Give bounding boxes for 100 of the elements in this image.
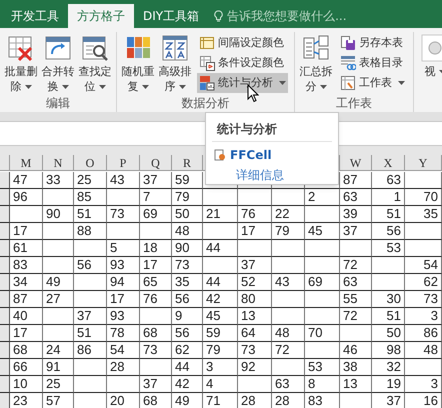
table-cell: 93	[107, 308, 140, 325]
column-header[interactable]: N	[43, 155, 74, 171]
tell-me-field[interactable]: 告诉我您想要做什么...	[214, 4, 347, 28]
column-header[interactable]: Y	[405, 155, 442, 171]
table-cell: 51	[372, 206, 405, 223]
gear-icon	[214, 149, 226, 161]
row-header[interactable]	[0, 240, 10, 257]
empty-cell	[238, 189, 272, 206]
table-chart-icon	[199, 75, 215, 91]
table-cell: 78	[107, 325, 140, 342]
table-cell: 19	[372, 376, 405, 393]
empty-cell	[405, 223, 442, 240]
table-cell: 83	[10, 257, 43, 274]
table-cell: 23	[10, 393, 43, 408]
table-cell: 87	[340, 172, 372, 189]
table-cell: 57	[43, 393, 74, 408]
ribbon-button[interactable]: 条件设定颜色	[197, 53, 288, 73]
column-header[interactable]: Q	[140, 155, 172, 171]
table-cell: 45	[305, 223, 340, 240]
table-arrows-icon	[44, 34, 72, 62]
empty-cell	[272, 291, 305, 308]
table-cell: 4	[203, 376, 238, 393]
row-header[interactable]	[0, 206, 10, 223]
table-cell: 72	[340, 257, 372, 274]
row-header[interactable]	[0, 342, 10, 359]
ribbon-button[interactable]: 查找定位	[77, 32, 113, 96]
table-cell: 72	[272, 342, 305, 359]
row-header[interactable]	[0, 291, 10, 308]
table-cell: 90	[172, 240, 203, 257]
row-header[interactable]	[0, 274, 10, 291]
table-cell: 71	[203, 393, 238, 408]
table-cell: 70	[405, 189, 442, 206]
menu-item[interactable]: FFCell	[214, 146, 272, 164]
table-cell: 70	[305, 325, 340, 342]
table-cell: 3	[203, 359, 238, 376]
row-header[interactable]	[0, 308, 10, 325]
table-cell: 85	[74, 189, 107, 206]
empty-cell	[238, 376, 272, 393]
table-link-icon	[340, 55, 356, 71]
row-header[interactable]	[0, 359, 10, 376]
row-header[interactable]	[0, 189, 10, 206]
ribbon-button[interactable]: 工作表	[338, 73, 407, 93]
table-cell: 16	[405, 393, 442, 408]
empty-cell	[140, 359, 172, 376]
table-cell: 92	[238, 359, 272, 376]
table-cell: 53	[372, 240, 405, 257]
column-header[interactable]: X	[372, 155, 405, 171]
table-cell: 98	[372, 342, 405, 359]
empty-cell	[74, 274, 107, 291]
ribbon-button[interactable]: 合并转换	[40, 32, 76, 96]
table-cell: 42	[172, 376, 203, 393]
ribbon-button[interactable]: 另存本表	[338, 33, 407, 53]
column-header[interactable]: R	[172, 155, 203, 171]
empty-cell	[272, 359, 305, 376]
ribbon-button[interactable]: 视	[417, 32, 442, 96]
table-cell: 38	[340, 359, 372, 376]
ribbon-button[interactable]: 表格目录	[338, 53, 407, 73]
ribbon-button[interactable]: 汇总拆分	[298, 32, 334, 96]
empty-cell	[340, 325, 372, 342]
table-cell: 13	[340, 376, 372, 393]
table-cell: 45	[203, 308, 238, 325]
ribbon-button[interactable]: 高级排序	[157, 32, 193, 96]
table-cell: 56	[172, 291, 203, 308]
empty-cell	[74, 291, 107, 308]
table-cell: 79	[272, 223, 305, 240]
table-cell: 54	[107, 342, 140, 359]
column-header[interactable]: P	[107, 155, 140, 171]
empty-cell	[43, 308, 74, 325]
row-header[interactable]	[0, 376, 10, 393]
column-header[interactable]: M	[10, 155, 43, 171]
row-header[interactable]	[0, 325, 10, 342]
table-cell: 69	[140, 206, 172, 223]
empty-cell	[203, 189, 238, 206]
table-cell: 64	[238, 325, 272, 342]
table-cell: 22	[272, 206, 305, 223]
table-cell: 3	[405, 308, 442, 325]
table-cell: 10	[10, 376, 43, 393]
row-header[interactable]	[0, 257, 10, 274]
row-header[interactable]	[0, 172, 10, 189]
ribbon-button[interactable]: 随机重复	[120, 32, 156, 96]
table-cell: 86	[74, 342, 107, 359]
empty-cell	[272, 189, 305, 206]
ribbon-tab[interactable]: 方方格子	[68, 4, 134, 28]
row-header[interactable]	[0, 223, 10, 240]
ribbon-tab[interactable]: 开发工具	[2, 4, 68, 28]
table-cell: 17	[140, 257, 172, 274]
table-cell: 2	[305, 189, 340, 206]
ribbon-button[interactable]: 间隔设定颜色	[197, 33, 288, 53]
ribbon-button[interactable]: 批量删除	[3, 32, 39, 96]
details-link[interactable]: 详细信息	[236, 166, 284, 184]
empty-cell	[43, 325, 74, 342]
empty-cell	[305, 342, 340, 359]
row-header[interactable]	[0, 393, 10, 408]
empty-cell	[340, 240, 372, 257]
column-header[interactable]: O	[74, 155, 107, 171]
table-cell: 7	[140, 189, 172, 206]
column-header[interactable]: W	[340, 155, 372, 171]
table-cell: 68	[10, 342, 43, 359]
list-split-icon	[302, 34, 330, 62]
ribbon-tab[interactable]: DIY工具箱	[134, 4, 208, 28]
